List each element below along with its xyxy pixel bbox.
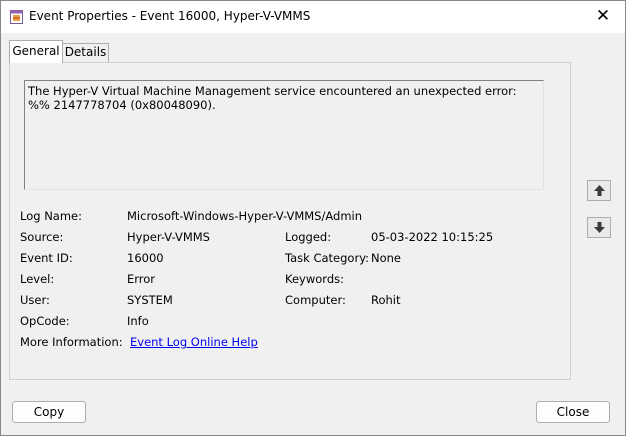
- source-label: Source:: [20, 230, 64, 244]
- close-button[interactable]: Close: [536, 401, 610, 423]
- window-title: Event Properties - Event 16000, Hyper-V-…: [29, 9, 311, 23]
- level-value: Error: [127, 272, 156, 286]
- event-description[interactable]: The Hyper-V Virtual Machine Management s…: [24, 80, 544, 190]
- opcode-value: Info: [127, 314, 149, 328]
- previous-event-button[interactable]: [587, 180, 611, 201]
- tab-general[interactable]: General: [9, 40, 63, 63]
- task-category-value: None: [371, 251, 402, 265]
- source-value: Hyper-V-VMMS: [127, 230, 210, 244]
- task-category-label: Task Category:: [285, 251, 370, 265]
- logged-value: 05-03-2022 10:15:25: [371, 230, 494, 244]
- log-name-label: Log Name:: [20, 209, 82, 223]
- arrow-up-icon: [594, 185, 605, 196]
- event-id-value: 16000: [127, 251, 164, 265]
- close-window-icon[interactable]: ✕: [581, 1, 625, 33]
- opcode-label: OpCode:: [20, 314, 70, 328]
- level-label: Level:: [20, 272, 55, 286]
- copy-button[interactable]: Copy: [12, 401, 86, 423]
- keywords-label: Keywords:: [285, 272, 344, 286]
- event-id-label: Event ID:: [20, 251, 73, 265]
- log-name-value: Microsoft-Windows-Hyper-V-VMMS/Admin: [127, 209, 363, 223]
- logged-label: Logged:: [285, 230, 332, 244]
- user-value: SYSTEM: [127, 293, 173, 307]
- arrow-down-icon: [594, 222, 605, 233]
- event-properties-window: Event Properties - Event 16000, Hyper-V-…: [0, 0, 626, 436]
- more-information-label: More Information:: [20, 335, 123, 349]
- event-log-online-help-link[interactable]: Event Log Online Help: [130, 335, 258, 349]
- computer-label: Computer:: [285, 293, 346, 307]
- computer-value: Rohit: [371, 293, 401, 307]
- event-viewer-icon: [10, 9, 23, 24]
- user-label: User:: [20, 293, 50, 307]
- next-event-button[interactable]: [587, 217, 611, 238]
- title-bar[interactable]: Event Properties - Event 16000, Hyper-V-…: [1, 1, 625, 33]
- tab-details[interactable]: Details: [62, 43, 109, 62]
